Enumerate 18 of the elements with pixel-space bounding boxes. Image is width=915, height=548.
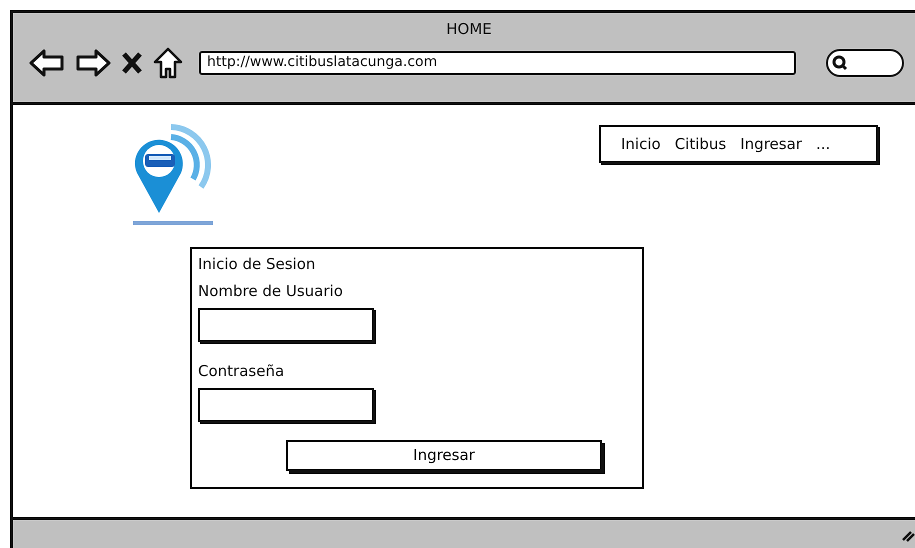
forward-icon[interactable]: [75, 48, 111, 78]
field-label: Nombre de Usuario: [198, 281, 344, 302]
close-icon[interactable]: [121, 50, 143, 74]
search-icon: [832, 54, 848, 70]
field-label: Contraseña: [198, 361, 286, 382]
panel-title: Inicio de Sesion: [198, 254, 316, 275]
url-field[interactable]: http://www.citibuslatacunga.com: [199, 50, 796, 74]
nav-link[interactable]: Ingresar: [740, 132, 802, 156]
home-icon[interactable]: [153, 46, 183, 78]
input-field[interactable]: [198, 388, 374, 422]
nav-link[interactable]: ...: [816, 132, 830, 156]
login-button[interactable]: Ingresar: [286, 440, 602, 471]
window-title: HOME: [446, 20, 492, 38]
back-icon[interactable]: [29, 48, 65, 78]
nav-link[interactable]: Citibus: [674, 132, 726, 156]
nav-link[interactable]: Inicio: [621, 132, 661, 156]
search-field[interactable]: [826, 48, 904, 76]
input-field[interactable]: [198, 308, 374, 342]
